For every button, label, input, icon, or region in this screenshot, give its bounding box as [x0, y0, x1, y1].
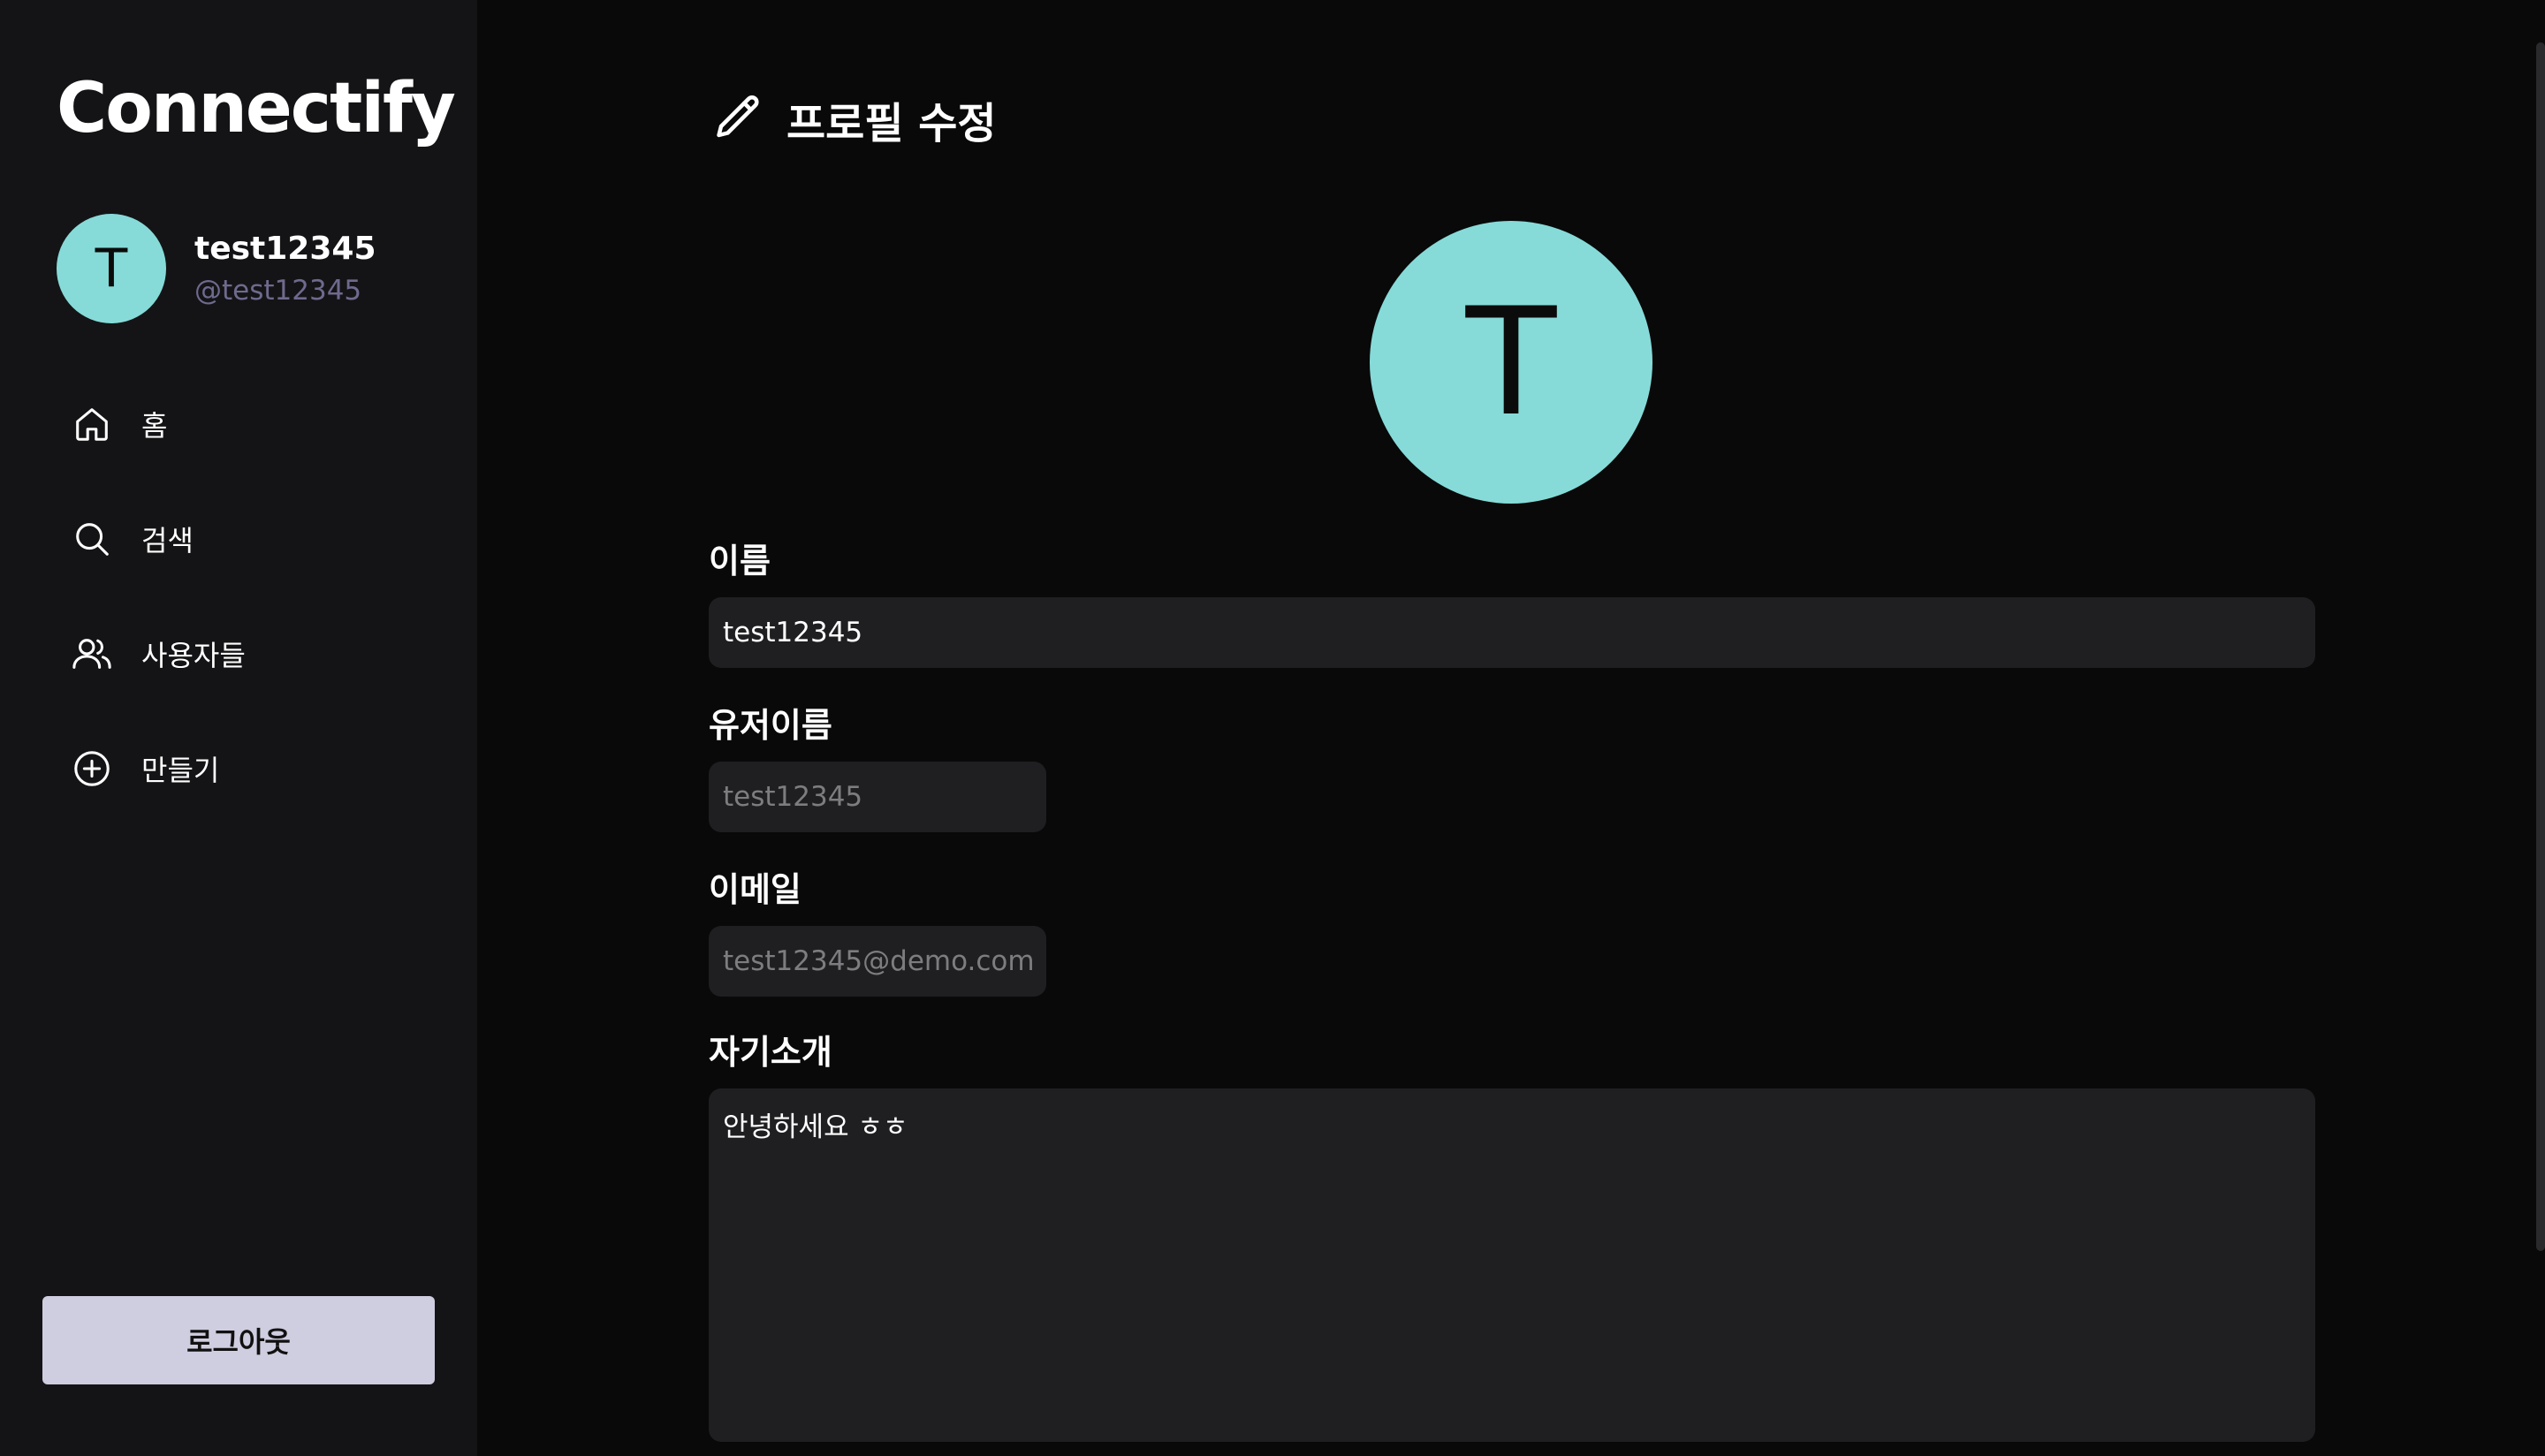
name-field[interactable]: [709, 597, 2315, 668]
username-field[interactable]: [709, 762, 1046, 832]
sidebar: Connectify T test12345 @test12345 홈 검색 사…: [0, 0, 477, 1456]
main-content: 프로필 수정 T 이름 유저이름 이메일 자기소개 안녕하세요 ㅎㅎ: [477, 0, 2545, 1456]
page-title: 프로필 수정: [786, 99, 997, 148]
logout-button[interactable]: 로그아웃: [42, 1296, 435, 1384]
email-label: 이메일: [709, 870, 801, 909]
name-label: 이름: [709, 542, 771, 580]
sidebar-nav: 홈 검색 사용자들 만들기: [69, 396, 246, 855]
sidebar-item-label: 홈: [141, 409, 168, 443]
sidebar-item-home[interactable]: 홈: [69, 396, 246, 452]
sidebar-item-label: 만들기: [141, 754, 220, 787]
profile-avatar-upload[interactable]: T: [1370, 221, 1652, 504]
bio-field[interactable]: 안녕하세요 ㅎㅎ: [709, 1088, 2315, 1442]
app-logo[interactable]: Connectify: [57, 74, 456, 143]
email-field[interactable]: [709, 926, 1046, 997]
sidebar-item-create[interactable]: 만들기: [69, 740, 246, 797]
pencil-icon: [712, 91, 765, 148]
profile-handle: @test12345: [194, 274, 362, 307]
username-label: 유저이름: [709, 706, 832, 745]
app-root: Connectify T test12345 @test12345 홈 검색 사…: [0, 0, 2545, 1456]
profile-text: test12345 @test12345: [194, 231, 376, 306]
sidebar-profile[interactable]: T test12345 @test12345: [57, 214, 376, 323]
sidebar-item-label: 검색: [141, 524, 194, 557]
page-header: 프로필 수정: [712, 88, 997, 150]
sidebar-item-users[interactable]: 사용자들: [69, 626, 246, 682]
plus-circle-icon: [69, 746, 115, 792]
sidebar-item-label: 사용자들: [141, 639, 246, 672]
search-icon: [69, 516, 115, 562]
profile-name: test12345: [194, 231, 376, 268]
avatar[interactable]: T: [57, 214, 166, 323]
users-icon: [69, 631, 115, 677]
scrollbar[interactable]: [2536, 42, 2545, 1251]
bio-label: 자기소개: [709, 1033, 832, 1072]
sidebar-item-search[interactable]: 검색: [69, 511, 246, 567]
home-icon: [69, 401, 115, 447]
